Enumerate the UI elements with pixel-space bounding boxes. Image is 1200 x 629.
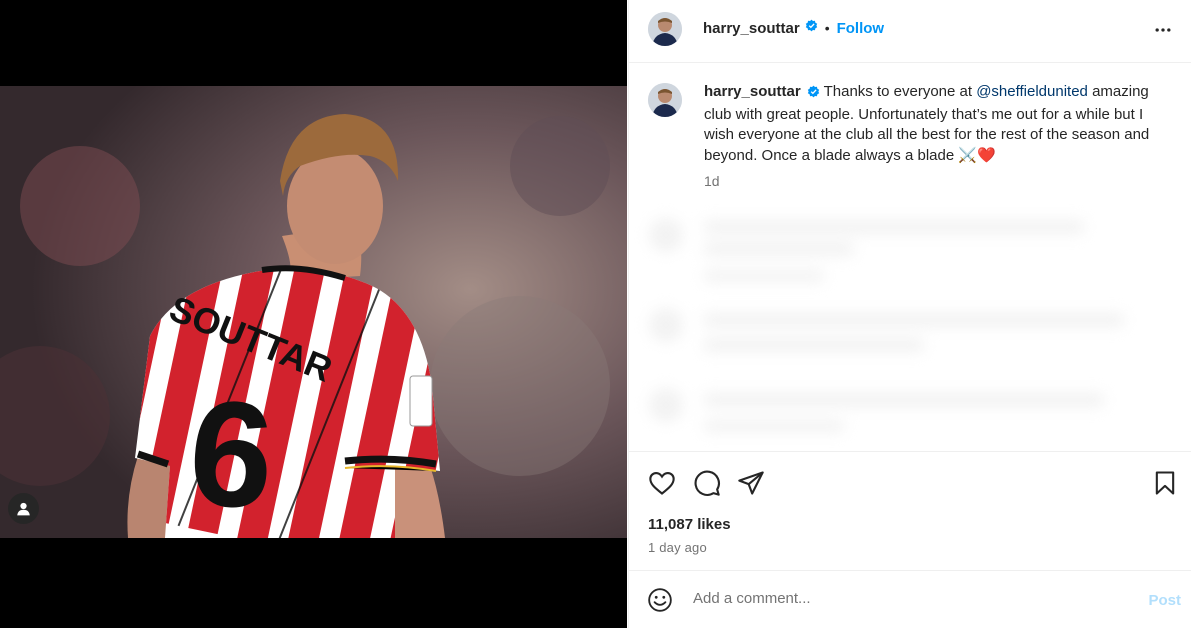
comments-area: harry_souttar Thanks to everyone at @she…	[629, 63, 1191, 451]
post-timestamp[interactable]: 1 day ago	[648, 540, 707, 555]
caption-mention-link[interactable]: @sheffieldunited	[976, 83, 1088, 100]
comment-button[interactable]	[693, 469, 721, 502]
blurred-comments	[629, 198, 1191, 451]
save-button[interactable]	[1151, 469, 1179, 502]
post-caption: harry_souttar Thanks to everyone at @she…	[704, 82, 1174, 166]
avatar-image	[648, 12, 682, 46]
caption-avatar[interactable]	[648, 83, 682, 117]
bookmark-icon	[1155, 471, 1175, 495]
emoji-button[interactable]	[647, 587, 673, 618]
user-tag-icon	[17, 502, 30, 516]
heart-icon	[649, 472, 675, 495]
comment-form: Post	[629, 570, 1191, 629]
user-tag-button[interactable]	[8, 493, 39, 524]
comment-icon	[694, 470, 720, 496]
caption-timestamp[interactable]: 1d	[704, 173, 720, 189]
share-button[interactable]	[737, 469, 765, 502]
post-header: harry_souttar • Follow	[629, 0, 1191, 63]
post-actions: 11,087 likes 1 day ago	[629, 451, 1191, 570]
more-options-icon	[1155, 28, 1171, 32]
share-icon	[738, 471, 764, 495]
caption-username[interactable]: harry_souttar	[704, 83, 801, 100]
post-details-panel: harry_souttar • Follow harry_souttar Tha…	[628, 0, 1200, 628]
header-username[interactable]: harry_souttar	[703, 20, 800, 37]
comment-input[interactable]	[691, 589, 1115, 608]
player-image: SOUTTAR 6	[0, 86, 627, 538]
more-options-button[interactable]	[1153, 20, 1173, 45]
follow-button[interactable]: Follow	[837, 20, 885, 37]
header-user: harry_souttar • Follow	[703, 19, 884, 37]
separator-dot: •	[824, 20, 830, 36]
verified-badge-icon	[807, 84, 820, 105]
like-count[interactable]: 11,087 likes	[648, 516, 731, 533]
jersey-number-text: 6	[184, 367, 279, 538]
like-button[interactable]	[648, 469, 676, 502]
post-media: SOUTTAR 6	[0, 0, 627, 628]
emoji-icon	[648, 588, 672, 612]
avatar[interactable]	[648, 12, 682, 46]
post-comment-button[interactable]: Post	[1148, 592, 1181, 609]
post-photo[interactable]: SOUTTAR 6	[0, 86, 627, 538]
avatar-image	[648, 83, 682, 117]
caption-text-prefix: Thanks to everyone at	[823, 83, 977, 100]
verified-badge-icon	[805, 19, 818, 37]
